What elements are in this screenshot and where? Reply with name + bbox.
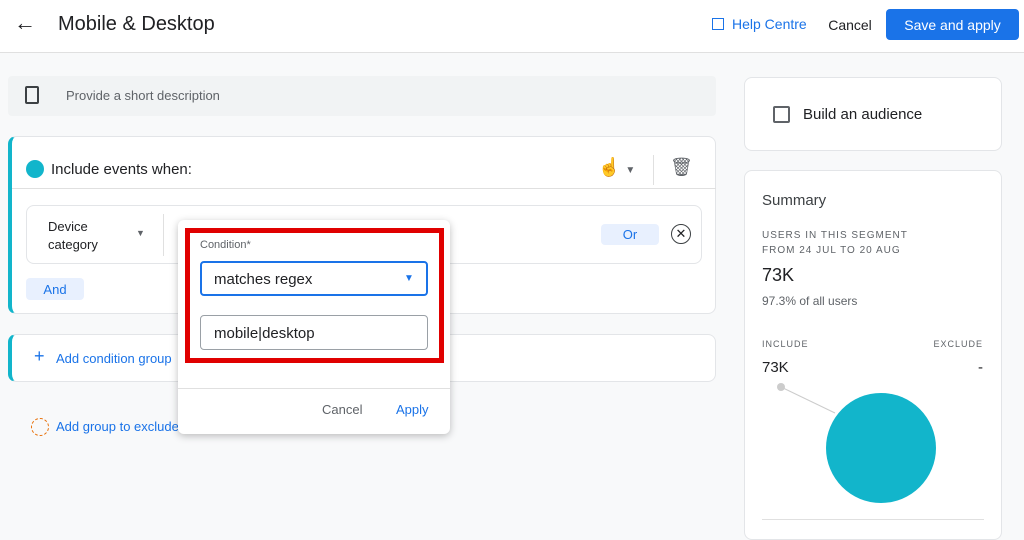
add-exclude-group-link[interactable]: Add group to exclude: [56, 419, 178, 434]
build-audience-checkbox[interactable]: [773, 106, 790, 123]
top-bar: ← Mobile & Desktop Help Centre Cancel Sa…: [0, 0, 1024, 53]
popup-cancel-button[interactable]: Cancel: [322, 402, 362, 417]
cancel-button[interactable]: Cancel: [822, 10, 878, 40]
users-percent: 97.3% of all users: [762, 294, 858, 308]
divider: [653, 155, 654, 185]
exclude-group-icon: [31, 418, 49, 436]
description-field[interactable]: Provide a short description: [8, 76, 716, 116]
pie-leader-dot: [777, 383, 785, 391]
delete-trash-icon[interactable]: 🗑: [670, 157, 693, 178]
back-arrow-icon[interactable]: ←: [14, 10, 36, 36]
include-label: INCLUDE: [762, 339, 809, 349]
summary-card: Summary USERS IN THIS SEGMENT FROM 24 JU…: [744, 170, 1002, 540]
plus-icon: +: [34, 346, 45, 366]
condition-value: matches regex: [214, 271, 313, 288]
build-audience-card: Build an audience: [744, 77, 1002, 151]
description-placeholder: Provide a short description: [66, 88, 220, 103]
segment-pie-chart: [777, 383, 936, 503]
and-button[interactable]: And: [26, 278, 84, 300]
include-group-title: Include events when:: [51, 161, 192, 178]
open-external-icon: [712, 18, 724, 30]
users-count: 73K: [762, 265, 795, 285]
condition-popup: Condition* matches regex ▼ mobile|deskto…: [178, 220, 450, 434]
save-and-apply-button[interactable]: Save and apply: [886, 9, 1019, 40]
build-audience-label: Build an audience: [803, 106, 923, 123]
summary-title: Summary: [762, 192, 827, 209]
value-text: mobile|desktop: [214, 325, 315, 342]
pie-leader-line: [780, 386, 836, 414]
help-centre-link[interactable]: Help Centre: [712, 16, 807, 32]
add-condition-group-link[interactable]: Add condition group: [56, 351, 172, 366]
page-title: Mobile & Desktop: [58, 13, 215, 35]
date-range-label: FROM 24 JUL TO 20 AUG: [762, 245, 901, 256]
or-button[interactable]: Or: [601, 224, 659, 245]
users-label: USERS IN THIS SEGMENT: [762, 230, 908, 241]
include-pie-slice: [826, 393, 936, 503]
group-color-dot: [26, 160, 44, 178]
popup-apply-button[interactable]: Apply: [396, 402, 429, 417]
remove-condition-icon[interactable]: ✕: [671, 224, 691, 244]
document-icon: [25, 86, 39, 104]
dimension-select[interactable]: Device category: [48, 218, 120, 254]
chevron-down-icon: ▼: [404, 273, 414, 284]
touch-scope-icon[interactable]: ☝ ▼: [598, 157, 635, 178]
chevron-down-icon: ▼: [136, 228, 145, 238]
exclude-label: EXCLUDE: [933, 339, 983, 349]
value-input[interactable]: mobile|desktop: [200, 315, 428, 350]
condition-label: Condition*: [200, 239, 251, 251]
condition-select[interactable]: matches regex ▼: [200, 261, 428, 296]
